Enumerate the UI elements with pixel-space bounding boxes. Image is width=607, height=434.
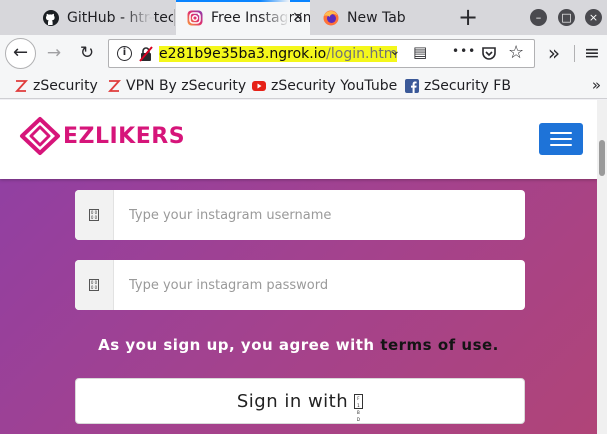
tab-free-instagram[interactable]: Free Instagram × bbox=[176, 0, 310, 35]
missing-glyph-icon: F 1 B D bbox=[354, 393, 364, 422]
navigation-toolbar: ← → ↻ i e281b9e35ba3.ngrok.io/login.htm … bbox=[0, 35, 607, 73]
firefox-icon bbox=[323, 10, 339, 26]
facebook-icon bbox=[405, 79, 419, 93]
insecure-lock-icon bbox=[138, 46, 154, 62]
toolbar-separator bbox=[574, 45, 575, 62]
bookmarks-overflow-icon[interactable]: » bbox=[592, 76, 601, 94]
url-path: /login.htm bbox=[326, 46, 398, 62]
bookmark-star-icon[interactable]: ☆ bbox=[508, 42, 524, 63]
bookmark-label: VPN By zSecurity bbox=[126, 78, 247, 94]
tab-new-tab[interactable]: New Tab bbox=[323, 0, 453, 35]
bookmark-label: zSecurity FB bbox=[424, 78, 511, 94]
reader-view-icon[interactable]: ▤ bbox=[413, 43, 427, 61]
logo-text: EZLIKERS bbox=[63, 123, 186, 149]
pocket-icon[interactable] bbox=[481, 46, 497, 61]
password-addon: 0 0 0 0 bbox=[75, 260, 114, 310]
bookmarks-toolbar: zSecurity VPN By zSecurity zSecurity You… bbox=[0, 73, 607, 99]
new-tab-button[interactable]: + bbox=[455, 5, 481, 31]
page-viewport: EZLIKERS 0 0 0 0 0 0 0 0 As you sign up,… bbox=[0, 100, 597, 434]
tab-fade bbox=[260, 0, 290, 35]
url-host: e281b9e35ba3.ngrok.io bbox=[159, 46, 327, 62]
youtube-icon bbox=[252, 79, 266, 93]
terms-notice: As you sign up, you agree with terms of … bbox=[0, 336, 597, 354]
zsecurity-icon bbox=[14, 79, 29, 93]
nav-menu-toggle-button[interactable] bbox=[539, 123, 583, 155]
tab-separator bbox=[174, 9, 175, 26]
instagram-icon bbox=[187, 10, 203, 26]
close-tab-icon[interactable]: × bbox=[290, 8, 306, 26]
username-addon: 0 0 0 0 bbox=[75, 190, 114, 240]
bookmark-label: zSecurity YouTube bbox=[271, 78, 398, 94]
minimize-button[interactable]: – bbox=[530, 9, 547, 26]
site-info-icon[interactable]: i bbox=[117, 46, 132, 61]
github-icon bbox=[43, 9, 59, 26]
ezlikers-logo[interactable]: EZLIKERS bbox=[19, 116, 185, 156]
menu-bar bbox=[550, 132, 572, 134]
tab-github[interactable]: GitHub - htr-tech bbox=[43, 0, 173, 35]
site-header: EZLIKERS bbox=[0, 100, 597, 179]
username-field: 0 0 0 0 bbox=[75, 190, 525, 240]
user-icon: 0 0 0 0 bbox=[89, 209, 99, 221]
bookmark-zsecurity-fb[interactable]: zSecurity FB bbox=[405, 76, 511, 96]
url-bar[interactable]: i e281b9e35ba3.ngrok.io/login.htm ⌄ ▤ ••… bbox=[108, 39, 535, 68]
reload-button[interactable]: ↻ bbox=[75, 41, 99, 65]
hamburger-menu-icon[interactable]: ≡ bbox=[580, 41, 604, 65]
menu-bar bbox=[550, 144, 572, 146]
url-text[interactable]: e281b9e35ba3.ngrok.io/login.htm bbox=[159, 45, 398, 63]
scrollbar-thumb[interactable] bbox=[599, 140, 605, 176]
password-input[interactable] bbox=[129, 260, 519, 310]
close-window-button[interactable]: × bbox=[585, 9, 602, 26]
menu-bar bbox=[550, 138, 572, 140]
tab-title: New Tab bbox=[347, 9, 406, 26]
sign-in-label: Sign in with bbox=[236, 390, 349, 412]
bookmark-zsecurity-youtube[interactable]: zSecurity YouTube bbox=[252, 76, 397, 96]
back-button[interactable]: ← bbox=[5, 38, 36, 69]
bookmark-vpn-by-zsecurity[interactable]: VPN By zSecurity bbox=[107, 76, 246, 96]
ezlikers-logo-icon bbox=[19, 116, 61, 156]
sign-in-button[interactable]: Sign in with F 1 B D bbox=[75, 378, 525, 424]
bookmark-zsecurity[interactable]: zSecurity bbox=[14, 76, 98, 96]
overflow-menu-icon[interactable]: » bbox=[542, 41, 566, 65]
tab-title: GitHub - htr-tech bbox=[67, 9, 173, 26]
tab-strip: GitHub - htr-tech Free Instagram × New T… bbox=[0, 0, 607, 35]
bookmark-label: zSecurity bbox=[33, 78, 98, 94]
page-actions-icon[interactable]: ••• bbox=[452, 44, 476, 58]
zsecurity-icon bbox=[107, 79, 122, 93]
terms-text: As you sign up, you agree with bbox=[98, 336, 375, 354]
password-field: 0 0 0 0 bbox=[75, 260, 525, 310]
lock-icon: 0 0 0 0 bbox=[89, 279, 99, 291]
forward-button[interactable]: → bbox=[42, 41, 66, 65]
username-input[interactable] bbox=[129, 190, 519, 240]
chevron-down-icon[interactable]: ⌄ bbox=[389, 43, 401, 59]
terms-of-use-link[interactable]: terms of use. bbox=[380, 336, 499, 354]
tab-fade bbox=[123, 0, 153, 35]
maximize-button[interactable]: □ bbox=[558, 9, 575, 26]
